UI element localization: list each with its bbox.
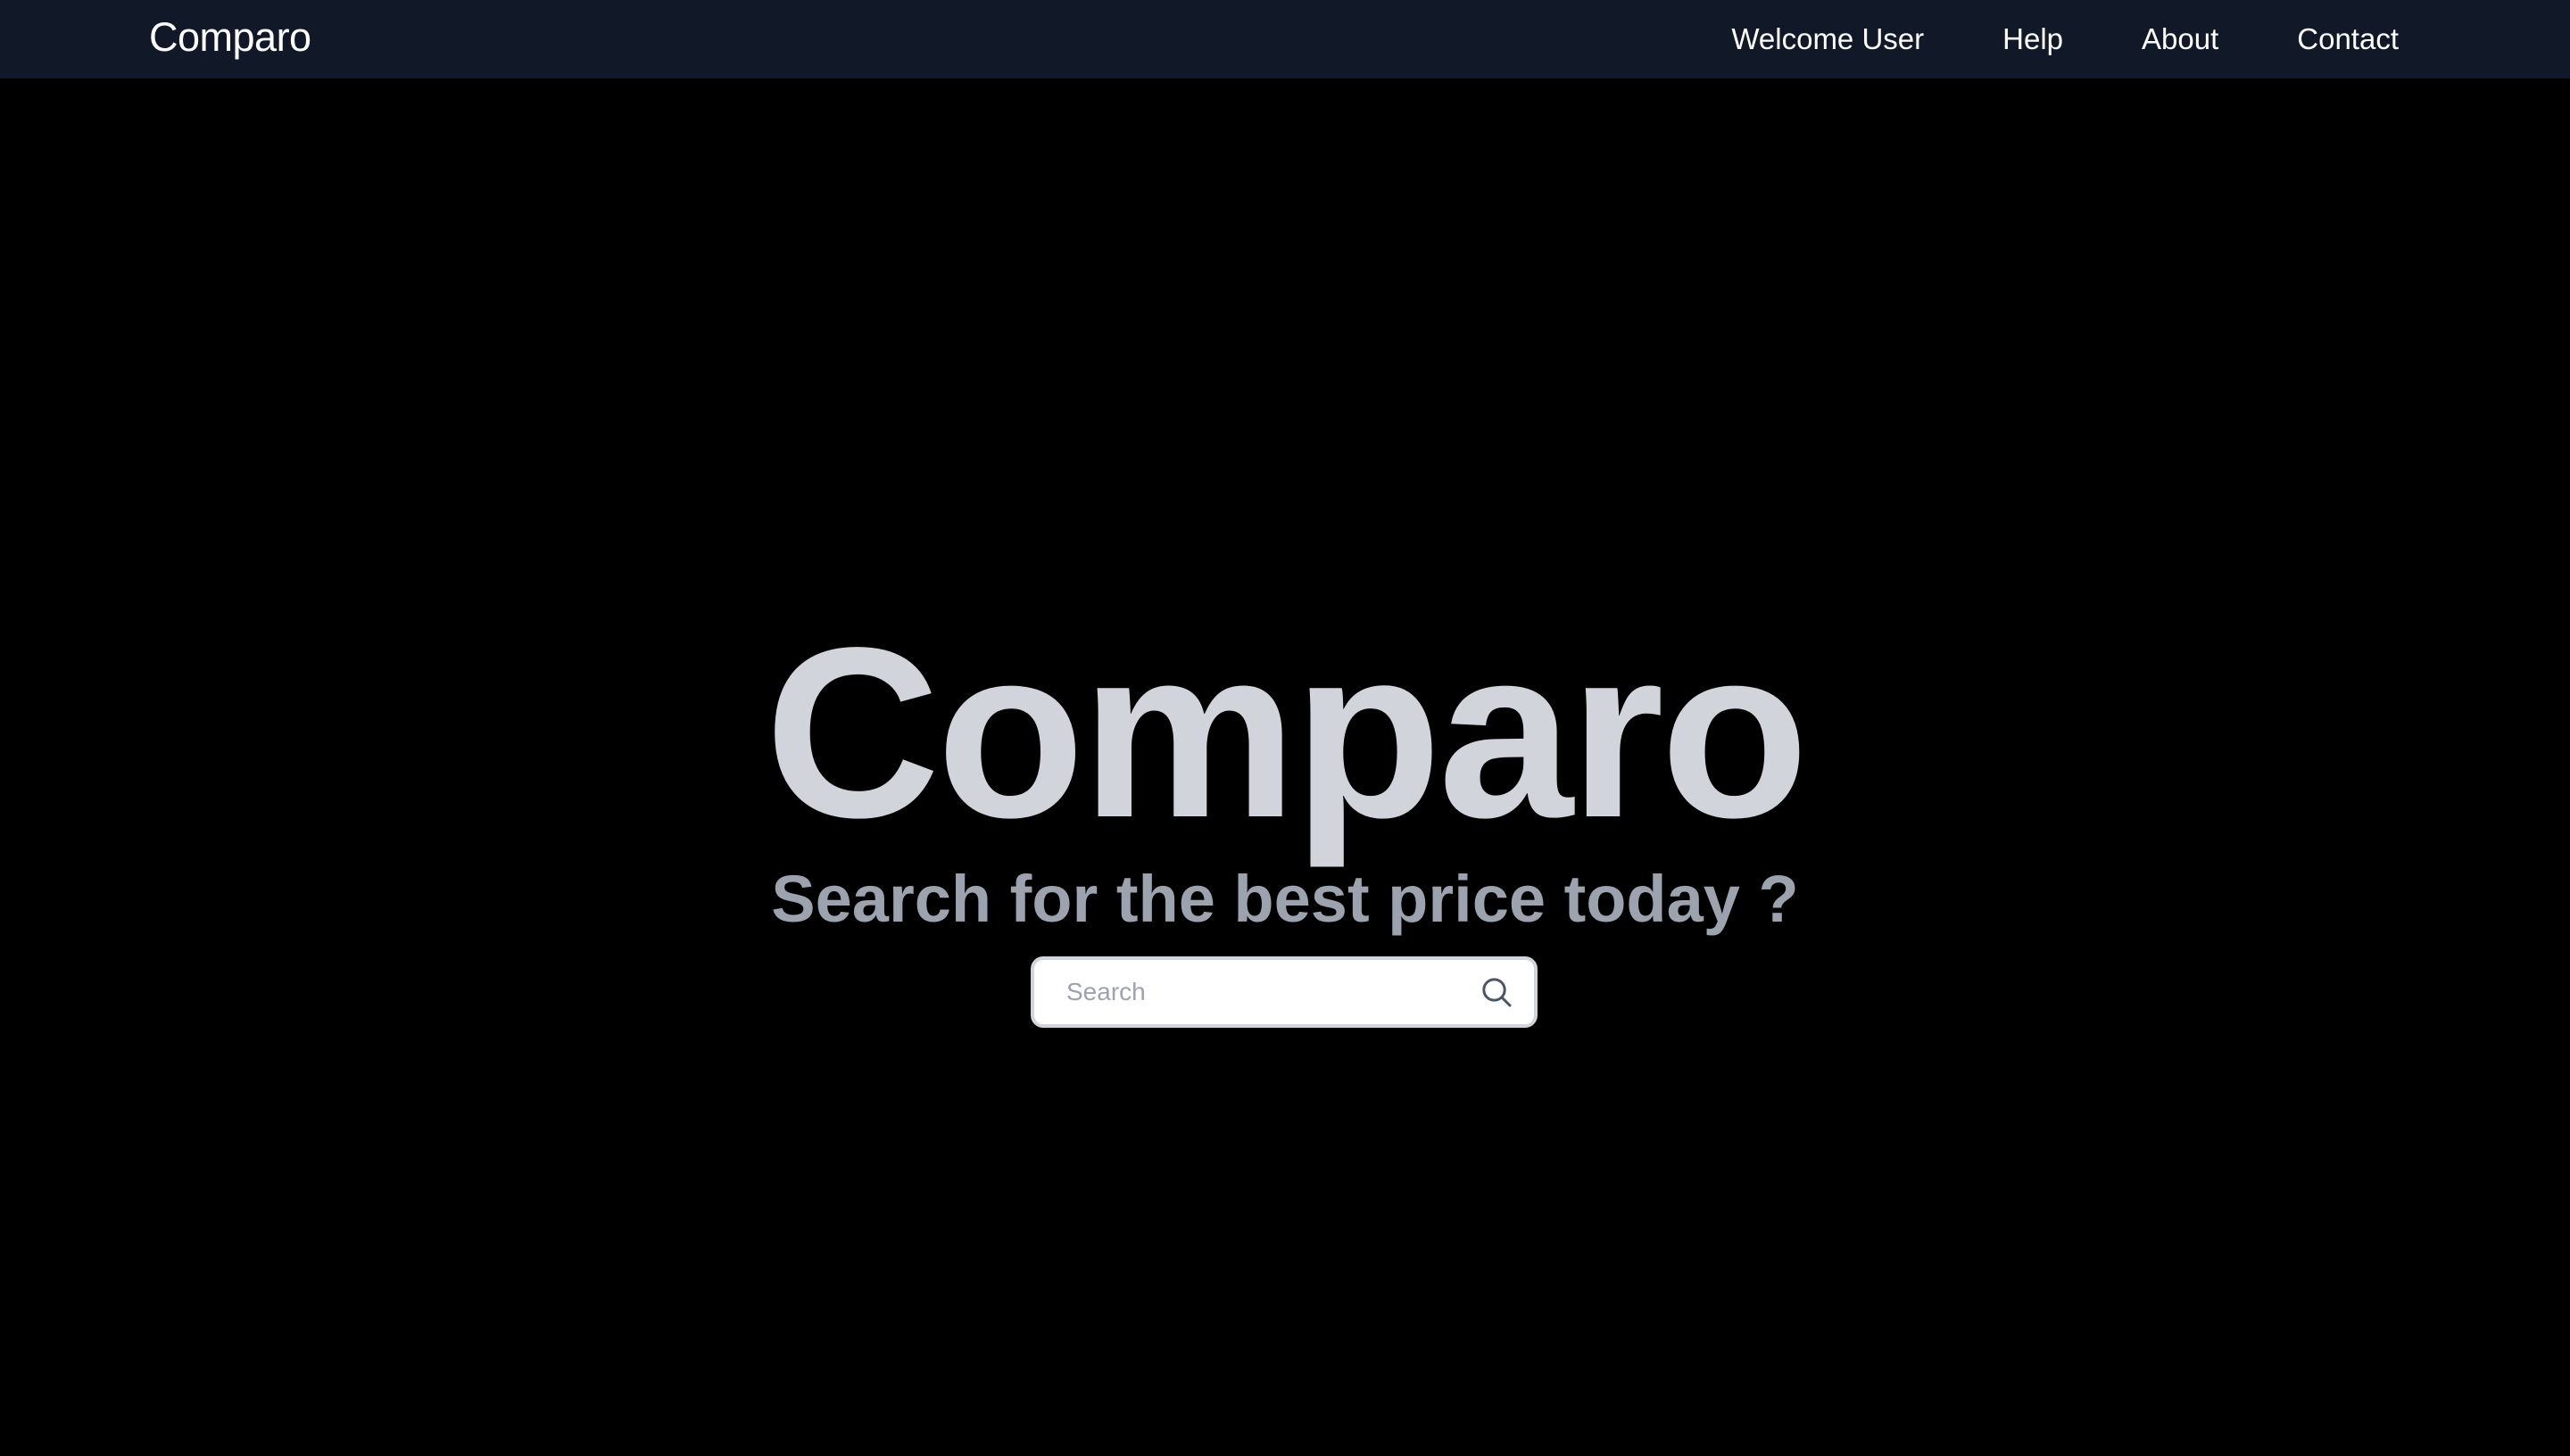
search-bar <box>1031 956 1538 1028</box>
hero-section: Comparo Search for the best price today … <box>0 0 2570 1456</box>
search-input[interactable] <box>1066 960 1459 1024</box>
hero-title: Comparo <box>765 597 1809 868</box>
search-icon <box>1482 978 1512 1007</box>
hero-subtitle: Search for the best price today ? <box>771 862 1799 936</box>
search-button[interactable] <box>1479 974 1514 1010</box>
